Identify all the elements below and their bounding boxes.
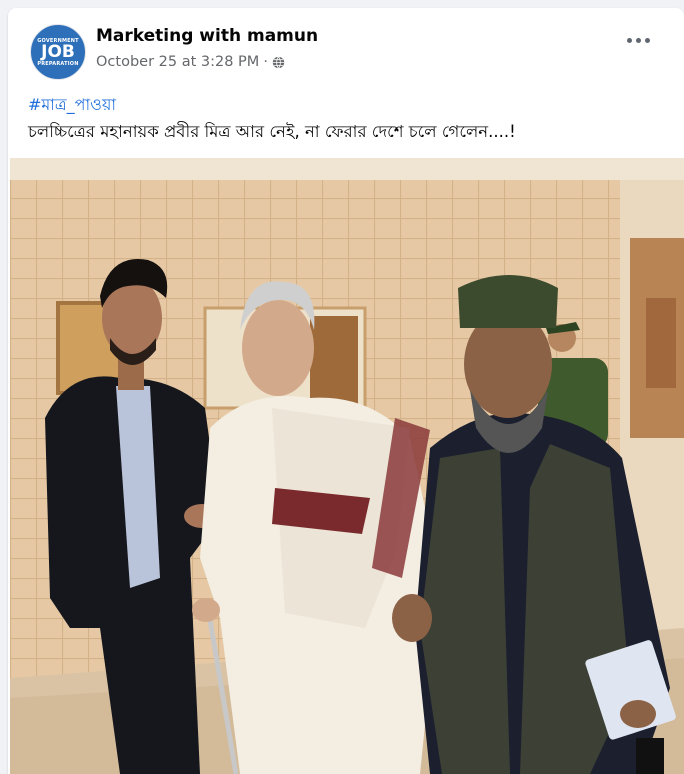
avatar-text-main: JOB: [41, 41, 75, 62]
post-text: চলচ্চিত্রের মহানায়ক প্রবীর মিত্র আর নেই…: [28, 122, 516, 141]
meta-separator: ·: [263, 54, 268, 70]
ceiling: [10, 158, 684, 180]
author-name[interactable]: Marketing with mamun: [96, 26, 318, 46]
post-card: GOVERNMENT JOB PREPARATION Marketing wit…: [8, 8, 684, 774]
elder-face: [242, 300, 314, 396]
post-meta: October 25 at 3:28 PM ·: [96, 54, 285, 70]
globe-icon[interactable]: [272, 56, 285, 69]
more-options-icon[interactable]: [627, 38, 650, 43]
wood-panel-inset: [646, 298, 676, 388]
avatar-text-bottom: PREPARATION: [37, 60, 79, 67]
black-bag: [636, 738, 664, 774]
held-hands: [392, 594, 432, 642]
post-timestamp[interactable]: October 25 at 3:28 PM: [96, 54, 259, 70]
more-dot: [645, 38, 650, 43]
door-panel: [310, 316, 358, 404]
hashtag-link[interactable]: #মাত্র_পাওয়া: [28, 92, 116, 119]
photo-scene: [10, 158, 684, 774]
page-avatar[interactable]: GOVERNMENT JOB PREPARATION: [30, 24, 86, 80]
more-dot: [636, 38, 641, 43]
post-photo[interactable]: [10, 158, 684, 774]
more-dot: [627, 38, 632, 43]
right-man-kufi: [458, 275, 558, 328]
